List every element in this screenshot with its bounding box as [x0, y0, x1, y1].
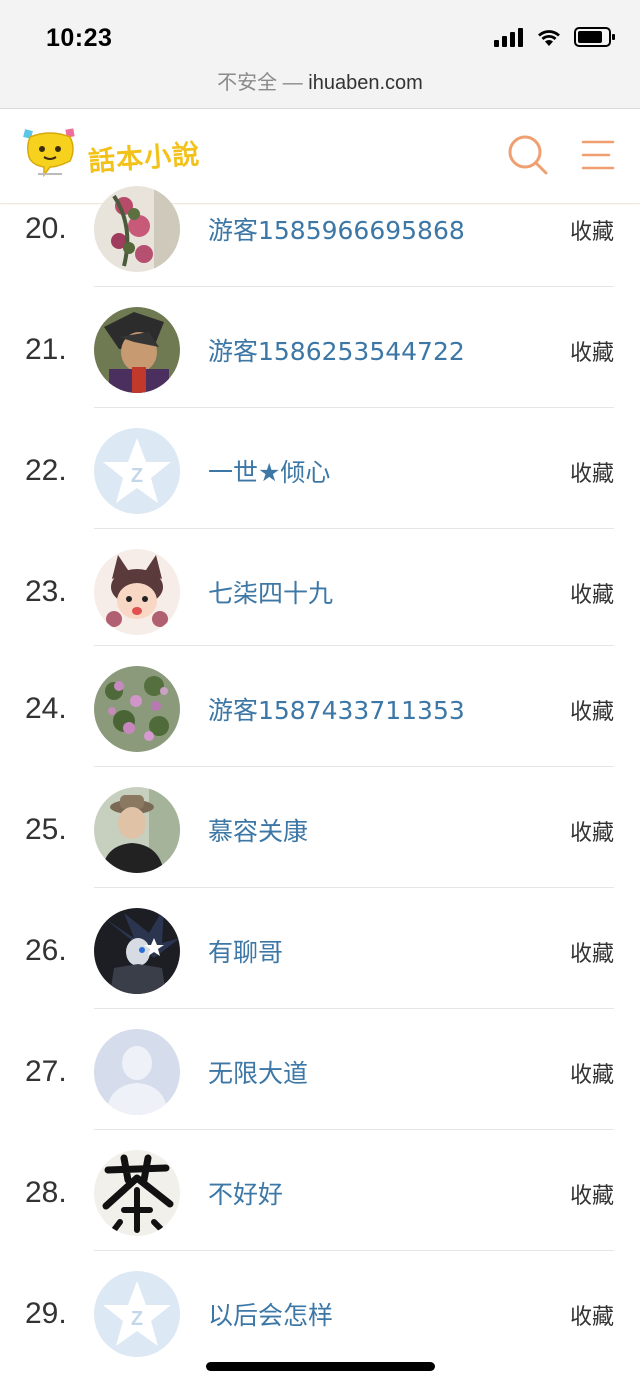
- anime-character-avatar[interactable]: [94, 307, 180, 393]
- list-item: 22. Z 一世★倾心 收藏: [0, 408, 640, 529]
- list-item: 27. 无限大道 收藏: [0, 1009, 640, 1130]
- favorite-button[interactable]: 收藏: [570, 456, 614, 488]
- rank-number: 29.: [25, 1297, 67, 1330]
- rank-number: 24.: [25, 692, 67, 725]
- default-qzone-avatar[interactable]: Z: [94, 1271, 180, 1357]
- list-item: 24. 游客1587433711353 收藏: [0, 646, 640, 767]
- list-item: 26. 有聊哥 收藏: [0, 888, 640, 1009]
- user-name-link[interactable]: 无限大道: [208, 1054, 308, 1090]
- list-item: 29. Z 以后会怎样 收藏: [0, 1251, 640, 1372]
- list-item: 20. 游客1585966695868 收藏: [0, 166, 640, 287]
- url-bar[interactable]: 不安全 — ihuaben.com: [0, 66, 640, 95]
- rank-number: 27.: [25, 1055, 67, 1088]
- calligraphy-tea-avatar[interactable]: [94, 1150, 180, 1236]
- rank-number: 22.: [25, 454, 67, 487]
- cartoon-cat-girl-avatar[interactable]: [94, 549, 180, 635]
- user-name-link[interactable]: 一世★倾心: [208, 453, 330, 489]
- rank-number: 21.: [25, 333, 67, 366]
- security-label: 不安全 —: [217, 72, 309, 94]
- rank-number: 20.: [25, 212, 67, 245]
- svg-text:Z: Z: [131, 1308, 143, 1330]
- browser-chrome: 10:23 不安全 — ihuaben.com: [0, 0, 640, 109]
- flowers-painting-avatar[interactable]: [94, 186, 180, 272]
- rank-number: 28.: [25, 1176, 67, 1209]
- default-person-avatar[interactable]: [94, 1029, 180, 1115]
- list-item: 28. 不好好 收藏: [0, 1130, 640, 1251]
- favorite-button[interactable]: 收藏: [570, 1057, 614, 1089]
- user-name-link[interactable]: 有聊哥: [208, 933, 283, 969]
- man-with-hat-avatar[interactable]: [94, 787, 180, 873]
- user-name-link[interactable]: 不好好: [208, 1175, 283, 1211]
- user-name-link[interactable]: 七柒四十九: [208, 574, 333, 610]
- url-domain: ihuaben.com: [308, 72, 423, 94]
- dark-anime-avatar[interactable]: [94, 908, 180, 994]
- favorite-button[interactable]: 收藏: [570, 577, 614, 609]
- user-name-link[interactable]: 慕容关康: [208, 812, 308, 848]
- purple-flowers-avatar[interactable]: [94, 666, 180, 752]
- favorite-button[interactable]: 收藏: [570, 335, 614, 367]
- favorite-button[interactable]: 收藏: [570, 1299, 614, 1331]
- favorite-button[interactable]: 收藏: [570, 694, 614, 726]
- favorite-button[interactable]: 收藏: [570, 936, 614, 968]
- rank-number: 23.: [25, 575, 67, 608]
- home-indicator[interactable]: [206, 1362, 435, 1371]
- status-icons: [494, 27, 616, 51]
- rank-number: 25.: [25, 813, 67, 846]
- user-name-link[interactable]: 游客1586253544722: [208, 332, 465, 368]
- signal-icon: [494, 27, 524, 51]
- list-item: 21. 游客1586253544722 收藏: [0, 287, 640, 408]
- status-time: 10:23: [46, 24, 113, 52]
- favorite-button[interactable]: 收藏: [570, 1178, 614, 1210]
- rank-number: 26.: [25, 934, 67, 967]
- svg-text:Z: Z: [131, 465, 143, 487]
- favorite-button[interactable]: 收藏: [570, 815, 614, 847]
- user-name-link[interactable]: 游客1587433711353: [208, 691, 465, 727]
- favorite-button[interactable]: 收藏: [570, 214, 614, 246]
- list-item: 25. 慕容关康 收藏: [0, 767, 640, 888]
- user-list: 20. 游客1585966695868 收藏 21. 游客15862535447…: [0, 186, 640, 1392]
- battery-icon: [574, 27, 616, 51]
- user-name-link[interactable]: 以后会怎样: [208, 1296, 333, 1332]
- default-qzone-avatar[interactable]: Z: [94, 428, 180, 514]
- list-item: 23. 七柒四十九 收藏: [0, 529, 640, 646]
- user-name-link[interactable]: 游客1585966695868: [208, 211, 465, 247]
- wifi-icon: [536, 27, 562, 51]
